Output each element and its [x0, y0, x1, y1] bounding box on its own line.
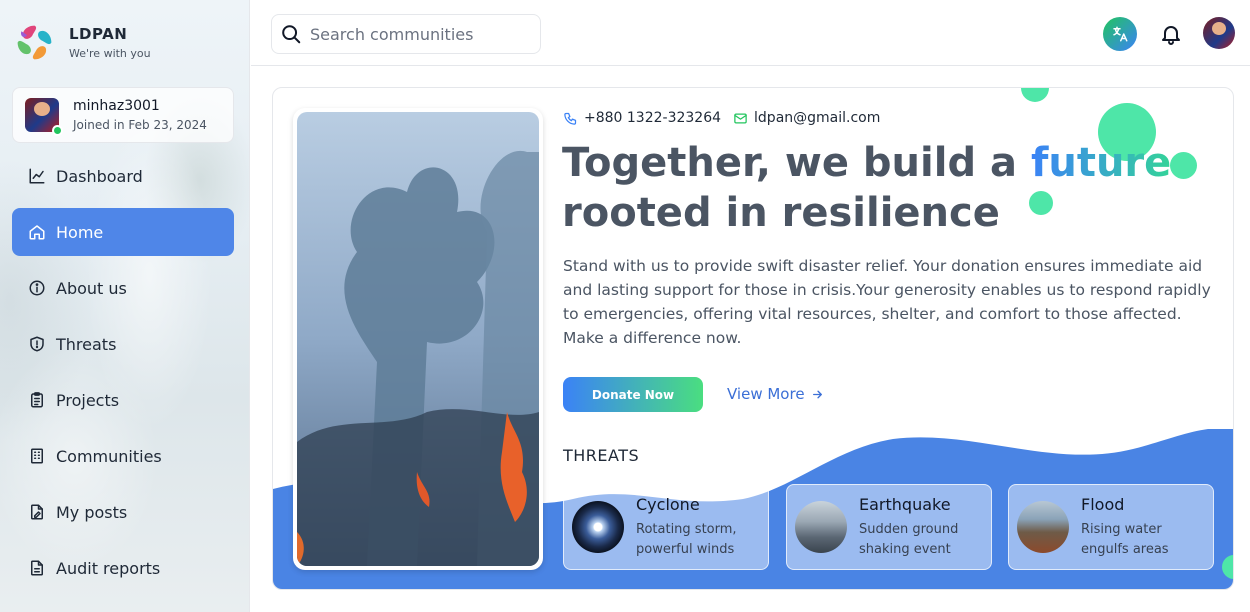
sidebar-item-label: My posts: [56, 502, 128, 522]
sidebar-item-audit-reports[interactable]: Audit reports: [12, 544, 234, 592]
translate-button[interactable]: [1103, 17, 1137, 51]
donate-now-button[interactable]: Donate Now: [563, 377, 703, 412]
search-icon: [282, 25, 301, 44]
flood-thumbnail: [1017, 501, 1069, 553]
brand[interactable]: LDPAN We're with you: [12, 20, 151, 65]
headline-part2: rooted in resilience: [562, 190, 1000, 236]
contact-info: +880 1322-323264 ldpan@gmail.com: [563, 110, 880, 126]
shield-alert-icon: [28, 335, 46, 353]
chart-line-icon: [28, 167, 46, 185]
sidebar-item-dashboard[interactable]: Dashboard: [12, 152, 234, 200]
user-card[interactable]: minhaz3001 Joined in Feb 23, 2024: [12, 87, 234, 143]
notifications-button[interactable]: [1157, 20, 1185, 48]
hero-headline: Together, we build a future rooted in re…: [562, 138, 1182, 238]
sidebar-item-label: Dashboard: [56, 166, 143, 186]
brand-tagline: We're with you: [69, 47, 151, 60]
sidebar-item-label: Communities: [56, 446, 162, 466]
threat-description: Rising water engulfs areas: [1081, 522, 1169, 557]
profile-avatar[interactable]: [1203, 17, 1235, 49]
cyclone-thumbnail: [572, 501, 624, 553]
clipboard-icon: [28, 391, 46, 409]
user-joined-date: Joined in Feb 23, 2024: [73, 118, 207, 132]
home-icon: [28, 223, 46, 241]
earthquake-thumbnail: [795, 501, 847, 553]
sidebar-item-label: Threats: [56, 334, 117, 354]
sidebar-item-communities[interactable]: Communities: [12, 432, 234, 480]
phone-number: +880 1322-323264: [584, 110, 722, 126]
translate-icon: [1113, 26, 1128, 42]
threat-description: Sudden ground shaking event: [859, 522, 959, 557]
threat-title: Cyclone: [636, 495, 700, 514]
sidebar-item-label: About us: [56, 278, 127, 298]
hero-image: [293, 108, 543, 570]
top-bar: [251, 0, 1250, 66]
online-status-dot: [52, 125, 63, 136]
threat-card-flood[interactable]: Flood Rising water engulfs areas: [1008, 484, 1214, 570]
arrow-right-icon: [812, 390, 822, 398]
document-icon: [28, 559, 46, 577]
brand-name: LDPAN: [69, 25, 128, 43]
sidebar-nav: Dashboard Home About us Threats Projects: [12, 152, 234, 600]
view-more-label: View More: [727, 385, 805, 403]
email-contact[interactable]: ldpan@gmail.com: [733, 110, 880, 126]
hero-card: +880 1322-323264 ldpan@gmail.com Togethe…: [272, 87, 1234, 590]
threat-title: Flood: [1081, 495, 1125, 514]
sidebar-item-label: Projects: [56, 390, 120, 410]
file-edit-icon: [28, 503, 46, 521]
phone-icon: [564, 112, 577, 125]
info-icon: [28, 279, 46, 297]
phone-contact[interactable]: +880 1322-323264: [563, 110, 721, 126]
building-icon: [28, 447, 46, 465]
bell-icon: [1162, 26, 1180, 45]
user-name: minhaz3001: [73, 98, 160, 114]
threat-description: Rotating storm, powerful winds: [636, 522, 737, 557]
sidebar-item-about-us[interactable]: About us: [12, 264, 234, 312]
mail-icon: [734, 113, 747, 123]
avatar: [25, 98, 63, 136]
sidebar-item-my-posts[interactable]: My posts: [12, 488, 234, 536]
threat-card-cyclone[interactable]: Cyclone Rotating storm, powerful winds: [563, 484, 769, 570]
headline-accent: future: [1030, 140, 1172, 186]
sidebar-item-label: Home: [56, 222, 104, 242]
sidebar-item-projects[interactable]: Projects: [12, 376, 234, 424]
sidebar-item-threats[interactable]: Threats: [12, 320, 234, 368]
threat-card-earthquake[interactable]: Earthquake Sudden ground shaking event: [786, 484, 992, 570]
sidebar-item-home[interactable]: Home: [12, 208, 234, 256]
search-box[interactable]: [271, 14, 541, 54]
email-address: ldpan@gmail.com: [754, 110, 881, 126]
ldpan-logo-icon: [17, 25, 52, 60]
view-more-link[interactable]: View More: [727, 385, 824, 403]
threat-title: Earthquake: [859, 495, 951, 514]
sidebar-item-label: Audit reports: [56, 558, 161, 578]
headline-part1: Together, we build a: [562, 140, 1017, 186]
hero-description: Stand with us to provide swift disaster …: [563, 257, 1211, 347]
search-input[interactable]: [310, 24, 530, 44]
decorative-bubble: [1021, 88, 1049, 102]
threats-heading: THREATS: [563, 446, 640, 465]
sidebar: LDPAN We're with you minhaz3001 Joined i…: [0, 0, 250, 612]
